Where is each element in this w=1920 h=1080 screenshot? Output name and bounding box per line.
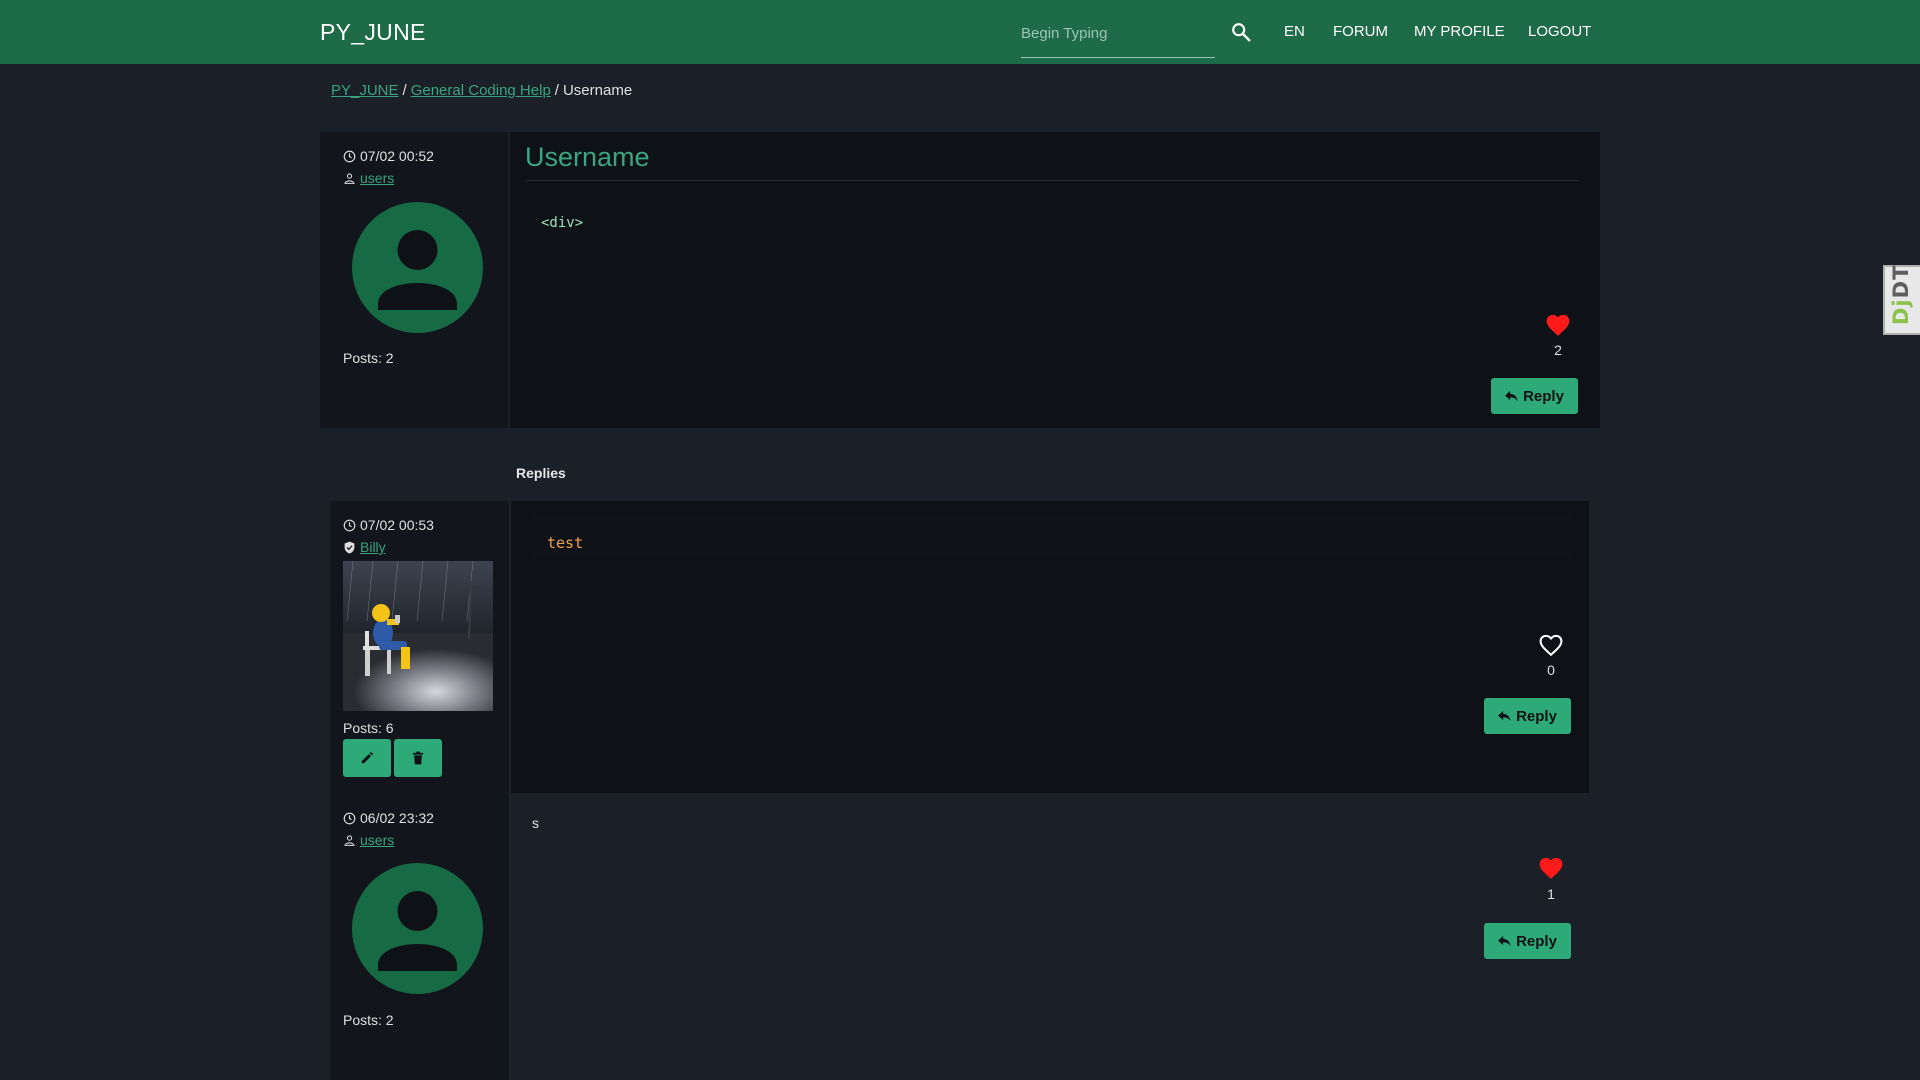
heart-filled-icon[interactable] <box>1538 856 1564 880</box>
reply-arrow-icon <box>1505 390 1518 401</box>
author-post-count: Posts: 2 <box>343 1012 394 1028</box>
reply-body-code: test <box>547 534 584 552</box>
breadcrumb-root[interactable]: PY_JUNE <box>331 82 399 99</box>
reply-author-line: users <box>343 832 394 848</box>
clock-icon <box>343 519 356 531</box>
clock-icon <box>343 150 356 162</box>
user-icon <box>344 172 355 184</box>
breadcrumb: PY_JUNE / General Coding Help / Username <box>331 82 633 99</box>
brand-logo[interactable]: PY_JUNE <box>320 19 426 46</box>
post-author-link[interactable]: users <box>360 170 394 186</box>
nav-language[interactable]: EN <box>1284 23 1305 40</box>
like-count: 1 <box>1547 886 1555 902</box>
post-author-line: users <box>343 170 394 186</box>
reply-author-panel: 06/02 23:32 users Posts: 2 <box>331 793 511 1080</box>
reply-label: Reply <box>1516 707 1557 725</box>
user-icon <box>344 834 355 846</box>
reply-label: Reply <box>1523 387 1564 405</box>
default-avatar-icon <box>378 891 457 971</box>
debug-toolbar-label-b: DT <box>1889 264 1913 299</box>
reply-author-line: Billy <box>343 539 386 555</box>
post-datetime: 07/02 00:52 <box>360 148 434 164</box>
reply-datetime: 06/02 23:32 <box>360 810 434 826</box>
reply-datetime-line: 06/02 23:32 <box>343 810 434 826</box>
like-count: 0 <box>1547 662 1555 678</box>
avatar[interactable] <box>343 561 493 711</box>
post-datetime-line: 07/02 00:52 <box>343 148 434 164</box>
trash-icon <box>412 751 424 765</box>
nav-forum[interactable]: FORUM <box>1333 23 1388 40</box>
reply-author-link[interactable]: users <box>360 832 394 848</box>
debug-toolbar-label-a: Dj <box>1889 298 1913 325</box>
reply-arrow-icon <box>1498 710 1511 721</box>
page-title: Username <box>525 142 650 172</box>
reply-body-text: s <box>532 815 539 831</box>
clock-icon <box>343 812 356 824</box>
search-field[interactable] <box>1021 18 1215 58</box>
reply-button[interactable]: Reply <box>1484 923 1571 959</box>
search-input[interactable] <box>1021 18 1215 48</box>
search-icon[interactable] <box>1230 21 1252 43</box>
reply-label: Reply <box>1516 932 1557 950</box>
reply-datetime: 07/02 00:53 <box>360 517 434 533</box>
default-avatar-icon <box>378 230 457 310</box>
nav-my-profile[interactable]: MY PROFILE <box>1414 23 1505 40</box>
reply-code-block: test <box>532 515 1572 557</box>
reply-author-panel: 07/02 00:53 Billy Posts: 6 <box>331 501 511 793</box>
reply-button[interactable]: Reply <box>1491 378 1578 414</box>
breadcrumb-current: Username <box>562 82 633 99</box>
top-navbar: PY_JUNE EN FORUM MY PROFILE LOGOUT <box>0 0 1920 64</box>
post-body-code: <div> <box>541 215 584 231</box>
replies-heading: Replies <box>516 465 566 481</box>
reply-item: 06/02 23:32 users Posts: 2 s 1 Reply <box>331 793 1589 1080</box>
edit-button[interactable] <box>343 739 391 777</box>
reply-datetime-line: 07/02 00:53 <box>343 517 434 533</box>
nav-logout[interactable]: LOGOUT <box>1528 23 1591 40</box>
pencil-icon <box>361 751 374 764</box>
shield-check-icon <box>344 541 355 553</box>
title-divider <box>525 180 1578 181</box>
author-post-count: Posts: 6 <box>343 720 394 736</box>
avatar-photo <box>343 561 493 711</box>
reply-button[interactable]: Reply <box>1484 698 1571 734</box>
breadcrumb-category[interactable]: General Coding Help <box>411 82 551 99</box>
heart-filled-icon[interactable] <box>1545 313 1571 337</box>
avatar[interactable] <box>352 202 483 333</box>
debug-toolbar-handle[interactable]: DjDT <box>1883 265 1920 335</box>
reply-arrow-icon <box>1498 935 1511 946</box>
avatar[interactable] <box>352 863 483 994</box>
like-count: 2 <box>1554 342 1562 358</box>
heart-outline-icon[interactable] <box>1538 633 1564 657</box>
main-post: 07/02 00:52 users Posts: 2 Username <div… <box>320 132 1600 428</box>
post-author-panel: 07/02 00:52 users Posts: 2 <box>320 132 510 428</box>
delete-button[interactable] <box>394 739 442 777</box>
reply-item: 07/02 00:53 Billy Posts: 6 test 0 Reply <box>331 501 1589 793</box>
reply-author-link[interactable]: Billy <box>360 539 386 555</box>
author-post-count: Posts: 2 <box>343 350 394 366</box>
